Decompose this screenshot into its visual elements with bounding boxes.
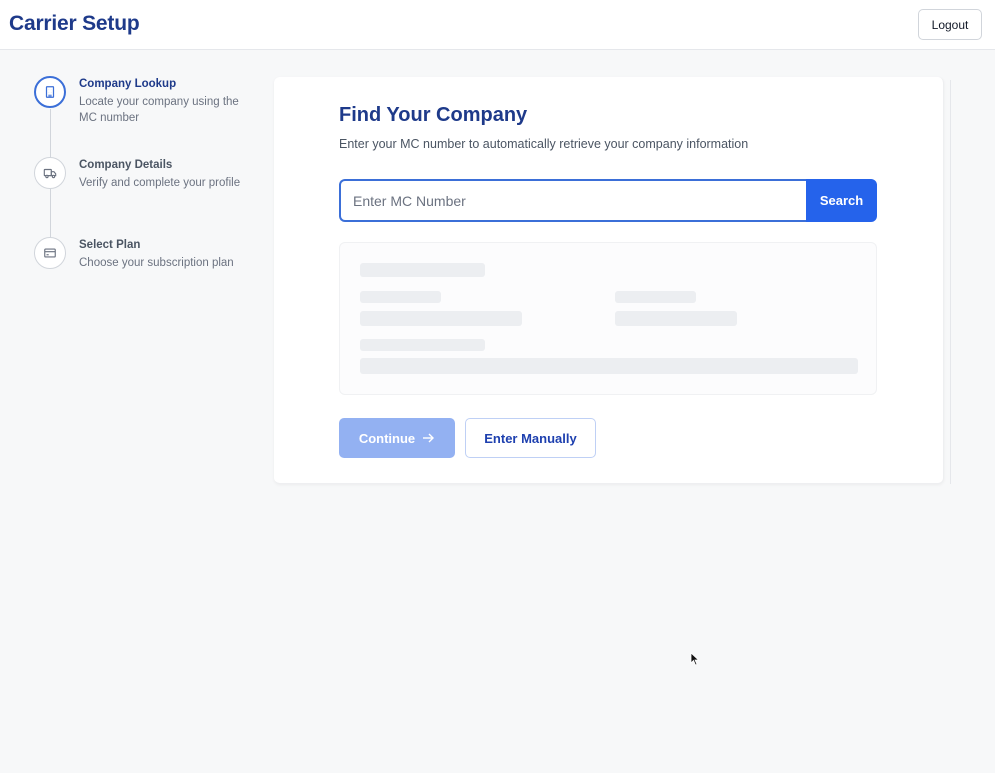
skeleton-line bbox=[360, 311, 522, 326]
step-connector bbox=[50, 189, 51, 237]
loading-skeleton bbox=[339, 242, 877, 395]
arrow-right-icon bbox=[423, 433, 435, 443]
search-button[interactable]: Search bbox=[806, 179, 877, 222]
mc-number-input[interactable] bbox=[339, 179, 808, 222]
company-lookup-card: Find Your Company Enter your MC number t… bbox=[274, 77, 944, 484]
continue-label: Continue bbox=[358, 430, 416, 446]
continue-button[interactable]: Continue bbox=[339, 418, 455, 458]
card-divider bbox=[950, 80, 958, 484]
skeleton-line bbox=[360, 291, 441, 303]
building-icon bbox=[34, 76, 66, 108]
step-title: Select Plan bbox=[79, 239, 141, 251]
logout-button[interactable]: Logout bbox=[918, 9, 982, 40]
credit-card-icon bbox=[34, 237, 66, 269]
enter-manually-button[interactable]: Enter Manually bbox=[465, 418, 596, 458]
skeleton-line bbox=[360, 339, 485, 351]
step-description: Locate your company using the MC number bbox=[79, 96, 239, 124]
step-title: Company Lookup bbox=[79, 78, 177, 90]
truck-icon bbox=[34, 157, 66, 189]
step-connector bbox=[50, 109, 51, 157]
app-header: Carrier Setup Logout bbox=[0, 0, 995, 50]
page-title: Find Your Company bbox=[339, 104, 528, 126]
skeleton-line bbox=[360, 358, 858, 374]
mouse-cursor-icon bbox=[690, 652, 700, 666]
skeleton-line bbox=[360, 263, 485, 277]
step-title: Company Details bbox=[79, 159, 173, 171]
app-title: Carrier Setup bbox=[9, 12, 140, 35]
page-subtitle: Enter your MC number to automatically re… bbox=[339, 137, 749, 151]
step-description: Choose your subscription plan bbox=[79, 257, 234, 269]
step-description: Verify and complete your profile bbox=[79, 177, 241, 189]
skeleton-line bbox=[615, 311, 737, 326]
skeleton-line bbox=[615, 291, 696, 303]
